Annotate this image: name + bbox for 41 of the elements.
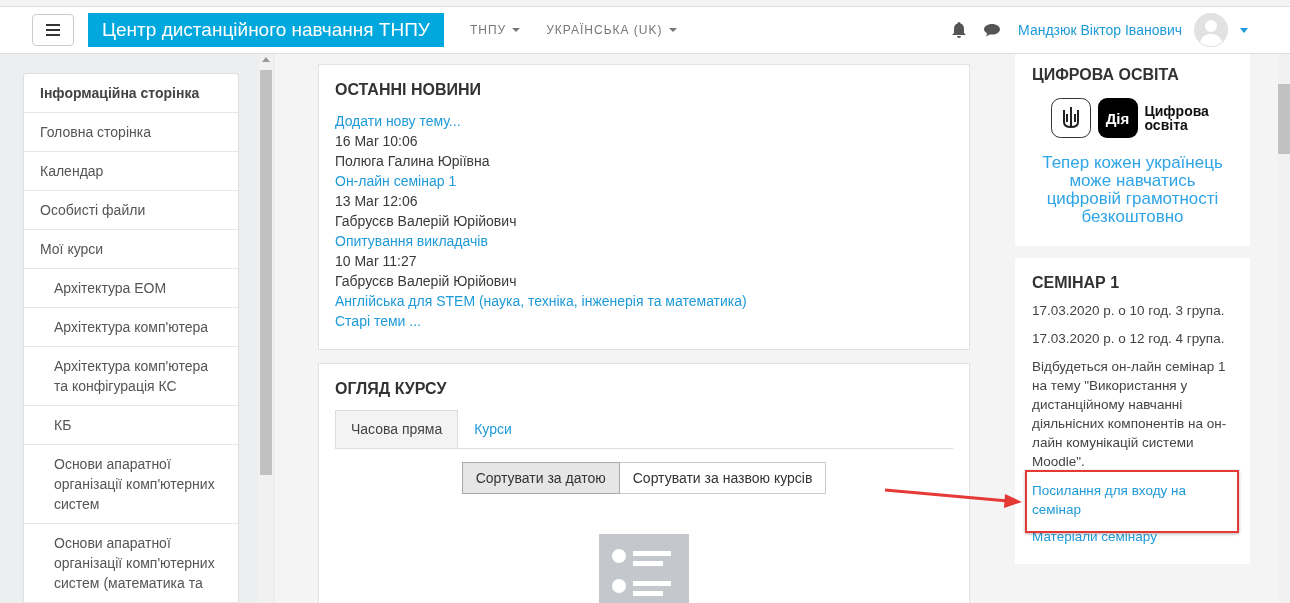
logo-mark: Дія	[1097, 98, 1138, 138]
nav-drawer-item[interactable]: Архітектура комп'ютера	[24, 308, 238, 347]
nav-drawer-item[interactable]: Головна сторінка	[24, 113, 238, 152]
sort-button[interactable]: Сортувати за назвою курсів	[619, 462, 827, 494]
nav-dropdown[interactable]: УКРАЇНСЬКА (UK)	[546, 23, 677, 37]
sort-button[interactable]: Сортувати за датою	[461, 462, 620, 494]
post-author: Полюга Галина Юріївна	[335, 152, 491, 171]
post-author: Габрусєв Валерій Юрійович	[335, 272, 518, 291]
nav-drawer-item[interactable]: Мої курси	[24, 230, 238, 269]
nav-drawer-item[interactable]: Календар	[24, 152, 238, 191]
chat-icon[interactable]	[984, 23, 1001, 37]
logo-text: Цифрова освіта	[1144, 104, 1210, 132]
nav-drawer-item[interactable]: Особисті файли	[24, 191, 238, 230]
caret-icon	[668, 28, 677, 32]
card-title: ОСТАННІ НОВИНИ	[335, 81, 483, 99]
nav-drawer-item[interactable]: Основи апаратної організації комп'ютерних систем	[24, 445, 238, 524]
menu-icon	[46, 24, 60, 36]
post-date: 16 Mar 10:06	[335, 132, 419, 151]
nav-drawer-item[interactable]: КБ	[24, 406, 238, 445]
seminar-text: 17.03.2020 р. о 10 год. 3 група.	[1032, 302, 1226, 320]
nav-dropdown[interactable]: ТНПУ	[469, 23, 521, 37]
seminar-text: Відбудеться он-лайн семінар 1 на тему "Використання у дистанційному навчанні діяльнісних компонентів на он-лайн комунікацій системи Moodle".	[1032, 358, 1228, 471]
caret-icon	[512, 28, 521, 32]
nav-drawer-item[interactable]: Архітектура ЕОМ	[24, 269, 238, 308]
trident-icon	[1050, 98, 1091, 138]
tab[interactable]: Часова пряма	[335, 410, 459, 448]
post-date: 13 Mar 12:06	[335, 192, 419, 211]
nav-drawer-item[interactable]: Архітектура комп'ютера та конфігурація КС	[24, 347, 238, 406]
post-date: 10 Mar 11:27	[335, 252, 418, 271]
scrollbar[interactable]	[259, 54, 273, 603]
nav-drawer-item[interactable]: Інформаційна сторінка	[24, 74, 238, 113]
card-title: СЕМІНАР 1	[1032, 274, 1121, 292]
card-title: ОГЛЯД КУРСУ	[335, 380, 448, 398]
scroll-up-icon[interactable]	[262, 57, 270, 62]
post-author: Габрусєв Валерій Юрійович	[335, 212, 518, 231]
nav-drawer-item[interactable]: Основи апаратної організації комп'ютерних систем (математика та	[24, 524, 238, 603]
seminar-text: 17.03.2020 р. о 12 год. 4 група.	[1032, 330, 1226, 348]
bell-icon[interactable]	[952, 22, 967, 38]
card-title: ЦИФРОВА ОСВІТА	[1032, 66, 1180, 84]
caret-icon[interactable]	[1240, 27, 1248, 33]
menu-button[interactable]	[32, 14, 74, 46]
